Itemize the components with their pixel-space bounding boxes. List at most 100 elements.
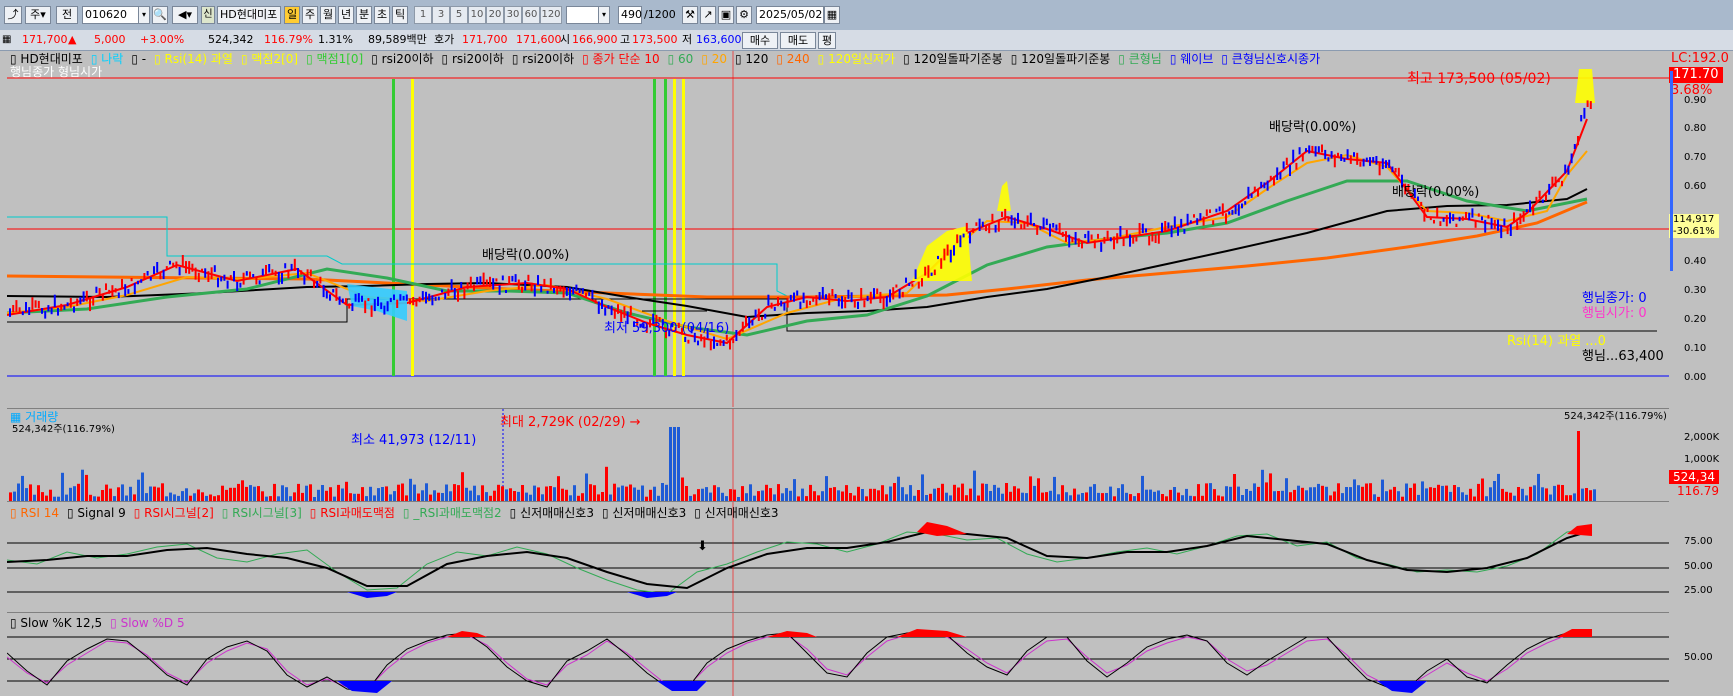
buy-button[interactable]: 매수 xyxy=(742,32,778,49)
price-legend-item-8[interactable]: ▯ rsi20이하 xyxy=(512,52,574,66)
period-tick[interactable]: 틱 xyxy=(392,6,408,24)
volume-bar xyxy=(25,488,28,501)
price-legend-item-6[interactable]: ▯ rsi20이하 xyxy=(371,52,433,66)
rsi-legend-item-1[interactable]: ▯ Signal 9 xyxy=(67,506,126,520)
num-10[interactable]: 10 xyxy=(468,6,486,24)
period-minute[interactable]: 분 xyxy=(356,6,372,24)
stoch-legend-item-0[interactable]: ▯ Slow %K 12,5 xyxy=(10,616,102,630)
stoch-legend-item-1[interactable]: ▯ Slow %D 5 xyxy=(110,616,184,630)
candle xyxy=(501,275,504,281)
price-legend-item-10[interactable]: ▯ 60 xyxy=(668,52,694,66)
candle xyxy=(882,297,885,310)
rsi-legend-item-3[interactable]: ▯ RSI시그널[3] xyxy=(222,506,302,520)
price-legend-item-5[interactable]: ▯ 맥점1[0] xyxy=(306,52,363,66)
sell-button[interactable]: 매도 xyxy=(780,32,816,49)
rsi-legend-item-5[interactable]: ▯ _RSI과매도맥점2 xyxy=(403,506,502,520)
num-5[interactable]: 5 xyxy=(450,6,468,24)
candle xyxy=(719,339,722,346)
period-day[interactable]: 일 xyxy=(284,6,300,24)
date-input[interactable]: 2025/05/02 xyxy=(756,6,824,24)
gear-icon[interactable]: ⚙ xyxy=(736,6,752,24)
rsi-legend-item-2[interactable]: ▯ RSI시그널[2] xyxy=(134,506,214,520)
num-60[interactable]: 60 xyxy=(522,6,540,24)
prev-button[interactable]: 전 xyxy=(56,6,78,24)
candle xyxy=(1429,216,1432,221)
num-3[interactable]: 3 xyxy=(432,6,450,24)
calendar-icon[interactable]: ▦ xyxy=(824,6,840,24)
search-icon[interactable]: 🔍 xyxy=(152,6,168,24)
price-legend-item-2[interactable]: ▯ - xyxy=(131,52,146,66)
tool-icon[interactable]: ⚒ xyxy=(682,6,698,24)
num-20[interactable]: 20 xyxy=(486,6,504,24)
candle xyxy=(773,306,776,311)
price-legend-item-3[interactable]: ▯ Rsi(14) 과열 xyxy=(154,52,233,66)
candle xyxy=(437,296,440,301)
speaker-icon[interactable]: ◀▾ xyxy=(172,6,198,24)
rsi-legend-item-6[interactable]: ▯ 신저매매신호3 xyxy=(510,506,594,520)
scale-scroll-bar[interactable] xyxy=(1670,71,1673,271)
volume-bar xyxy=(957,487,960,501)
period-select[interactable]: 주▾ xyxy=(25,6,51,24)
count-input[interactable]: 490 xyxy=(618,6,642,24)
scale-tick-080: 0.80 xyxy=(1684,123,1707,134)
price-legend-item-15[interactable]: ▯ 120일돌파기준봉 xyxy=(903,52,1003,66)
volume-bar xyxy=(1505,491,1508,501)
stock-name-field[interactable]: HD현대미포 xyxy=(217,6,281,24)
candle xyxy=(543,278,546,285)
rsi-legend-item-4[interactable]: ▯ RSI과매도맥점 xyxy=(310,506,395,520)
price-legend-item-14[interactable]: ▯ 120일신저가 xyxy=(818,52,895,66)
candle xyxy=(383,305,386,315)
price-legend-item-12[interactable]: ▯ 120 xyxy=(735,52,768,66)
volume-bar xyxy=(533,485,536,501)
price-legend-item-13[interactable]: ▯ 240 xyxy=(776,52,809,66)
interval-input[interactable] xyxy=(566,6,600,24)
price-legend-item-18[interactable]: ▯ 웨이브 xyxy=(1170,52,1214,66)
candle xyxy=(1263,182,1266,189)
save-icon[interactable]: ▣ xyxy=(718,6,734,24)
rsi-legend-item-7[interactable]: ▯ 신저매매신호3 xyxy=(602,506,686,520)
interval-dropdown-icon[interactable]: ▾ xyxy=(598,6,610,24)
volume-bar xyxy=(1469,488,1472,501)
eval-button[interactable]: 평 xyxy=(818,32,836,49)
line-tool-icon[interactable]: ↗ xyxy=(700,6,716,24)
period-year[interactable]: 년 xyxy=(338,6,354,24)
period-second[interactable]: 초 xyxy=(374,6,390,24)
volume-pane[interactable]: ▦ 거래량 524,342주(116.79%) 524,342주(116.79%… xyxy=(7,408,1669,501)
volume-bar xyxy=(1109,486,1112,501)
rsi-pane[interactable]: ⬇ ▯ RSI 14 ▯ Signal 9 ▯ RSI시그널[2] ▯ RSI시그널[… xyxy=(7,501,1669,612)
price-legend-item-19[interactable]: ▯ 큰형님신호시종가 xyxy=(1221,52,1320,66)
price-legend-item-7[interactable]: ▯ rsi20이하 xyxy=(442,52,504,66)
price-pane[interactable]: ▯ HD현대미포 ▯ 나락 ▯ - ▯ Rsi(14) 과열 ▯ 맥점2[0] ▯ 맥점1… xyxy=(7,51,1669,407)
stoch-pane[interactable]: ▯ Slow %K 12,5 ▯ Slow %D 5 xyxy=(7,612,1669,696)
price-legend-item-17[interactable]: ▯ 큰형님 xyxy=(1118,52,1162,66)
candle xyxy=(1013,217,1016,229)
code-dropdown-icon[interactable]: ▾ xyxy=(138,6,150,24)
rsi-legend-item-0[interactable]: ▯ RSI 14 xyxy=(10,506,59,520)
num-120[interactable]: 120 xyxy=(540,6,562,24)
candle xyxy=(226,280,229,289)
candle xyxy=(1189,220,1192,224)
price-legend-item-4[interactable]: ▯ 맥점2[0] xyxy=(241,52,298,66)
volume-bar xyxy=(1385,491,1388,501)
candle xyxy=(1545,194,1547,201)
candle xyxy=(1455,223,1458,227)
period-week[interactable]: 주 xyxy=(302,6,318,24)
candle xyxy=(348,303,351,309)
rsi-legend-item-8[interactable]: ▯ 신저매매신호3 xyxy=(694,506,778,520)
quote-change: 5,000 xyxy=(94,33,126,46)
volume-bar xyxy=(721,492,724,501)
period-month[interactable]: 월 xyxy=(320,6,336,24)
price-legend-item-11[interactable]: ▯ 20 xyxy=(701,52,727,66)
num-30[interactable]: 30 xyxy=(504,6,522,24)
candle xyxy=(1004,208,1007,221)
candle xyxy=(1340,154,1343,161)
chart-type-icon[interactable]: ⤴ xyxy=(4,6,22,24)
volume-bar xyxy=(1517,487,1520,501)
volume-bar xyxy=(897,476,900,501)
candle xyxy=(709,340,712,351)
num-1[interactable]: 1 xyxy=(414,6,432,24)
candle xyxy=(1250,193,1253,198)
candle xyxy=(325,291,328,299)
price-legend-item-16[interactable]: ▯ 120일돌파기준봉 xyxy=(1011,52,1111,66)
price-legend-item-9[interactable]: ▯ 종가 단순 10 xyxy=(582,52,659,66)
